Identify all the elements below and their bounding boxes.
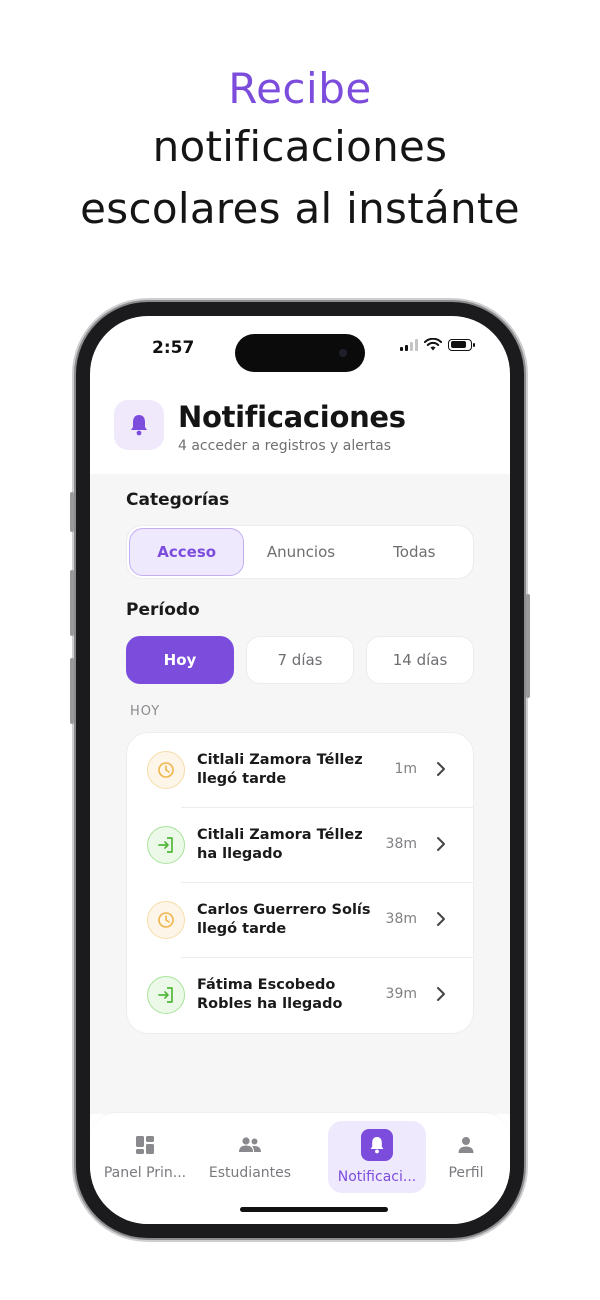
notification-text: Citlali Zamora Téllez llegó tarde <box>197 752 363 787</box>
category-todas[interactable]: Todas <box>358 528 471 576</box>
page-title: Notificaciones <box>178 400 406 434</box>
clock-icon <box>147 751 185 789</box>
bell-icon <box>114 400 164 450</box>
power-button <box>526 594 530 698</box>
category-anuncios[interactable]: Anuncios <box>244 528 357 576</box>
app-screen: 2:57 Notificaciones 4 acceder a registro… <box>90 316 510 1224</box>
notification-text: Carlos Guerrero Solís llegó tarde <box>197 902 371 937</box>
status-time: 2:57 <box>152 338 195 358</box>
period-hoy[interactable]: Hoy <box>126 636 234 684</box>
login-icon <box>147 826 185 864</box>
notification-time: 38m <box>385 911 417 927</box>
tab-label: Panel Prin... <box>103 1165 187 1181</box>
battery-icon <box>448 338 475 351</box>
home-indicator <box>240 1207 388 1212</box>
tab-estudiantes[interactable]: Estudiantes <box>201 1121 299 1193</box>
chevron-right-icon <box>437 912 445 926</box>
headline-line-1: notificaciones <box>152 122 448 171</box>
headline-line-2: escolares al instánte <box>80 184 520 233</box>
wifi-icon <box>424 338 442 351</box>
categories-segmented-control: Acceso Anuncios Todas <box>126 525 474 579</box>
notification-text: Fátima Escobedo Robles ha llegado <box>197 977 343 1012</box>
headline-accent: Recibe <box>228 64 372 113</box>
promo-headline: Recibe notificaciones escolares al instá… <box>0 62 600 240</box>
period-label: Período <box>126 600 200 620</box>
period-filter: Hoy 7 días 14 días <box>126 636 474 684</box>
bell-icon <box>361 1129 393 1161</box>
profile-icon <box>454 1133 478 1157</box>
notification-item[interactable]: Carlos Guerrero Solís llegó tarde 38m <box>127 883 473 958</box>
tab-label: Perfil <box>448 1165 484 1181</box>
chevron-right-icon <box>437 762 445 776</box>
dashboard-icon <box>133 1133 157 1157</box>
notification-item[interactable]: Citlali Zamora Téllez llegó tarde 1m <box>127 733 473 808</box>
notification-text: Citlali Zamora Téllez ha llegado <box>197 827 363 862</box>
clock-icon <box>147 901 185 939</box>
bottom-tab-bar: Panel Prin... Estudiantes Notificaci... … <box>90 1112 510 1224</box>
period-14-dias[interactable]: 14 días <box>366 636 474 684</box>
chevron-right-icon <box>437 987 445 1001</box>
page-subtitle: 4 acceder a registros y alertas <box>178 438 391 454</box>
period-7-dias[interactable]: 7 días <box>246 636 354 684</box>
notification-time: 1m <box>394 761 417 777</box>
section-heading-today: HOY <box>130 704 161 719</box>
tab-label: Estudiantes <box>208 1165 292 1181</box>
tab-perfil[interactable]: Perfil <box>430 1121 502 1193</box>
login-icon <box>147 976 185 1014</box>
notification-item[interactable]: Fátima Escobedo Robles ha llegado 39m <box>127 958 473 1033</box>
notification-item[interactable]: Citlali Zamora Téllez ha llegado 38m <box>127 808 473 883</box>
tab-notificaciones[interactable]: Notificaci... <box>328 1121 426 1193</box>
students-icon <box>238 1133 262 1157</box>
categories-label: Categorías <box>126 490 230 510</box>
signal-icon <box>400 338 418 351</box>
category-acceso[interactable]: Acceso <box>129 528 245 576</box>
notification-list: Citlali Zamora Téllez llegó tarde 1m Cit… <box>126 732 474 1034</box>
notification-time: 39m <box>385 986 417 1002</box>
phone-frame: 2:57 Notificaciones 4 acceder a registro… <box>70 302 530 1238</box>
volume-down-button <box>70 658 74 724</box>
dynamic-island <box>235 334 365 372</box>
status-bar: 2:57 <box>90 316 510 376</box>
tab-label: Notificaci... <box>337 1169 417 1185</box>
page-header: Notificaciones 4 acceder a registros y a… <box>114 400 486 460</box>
volume-up-button <box>70 570 74 636</box>
tab-panel-principal[interactable]: Panel Prin... <box>96 1121 194 1193</box>
action-button <box>70 492 74 532</box>
chevron-right-icon <box>437 837 445 851</box>
notification-time: 38m <box>385 836 417 852</box>
